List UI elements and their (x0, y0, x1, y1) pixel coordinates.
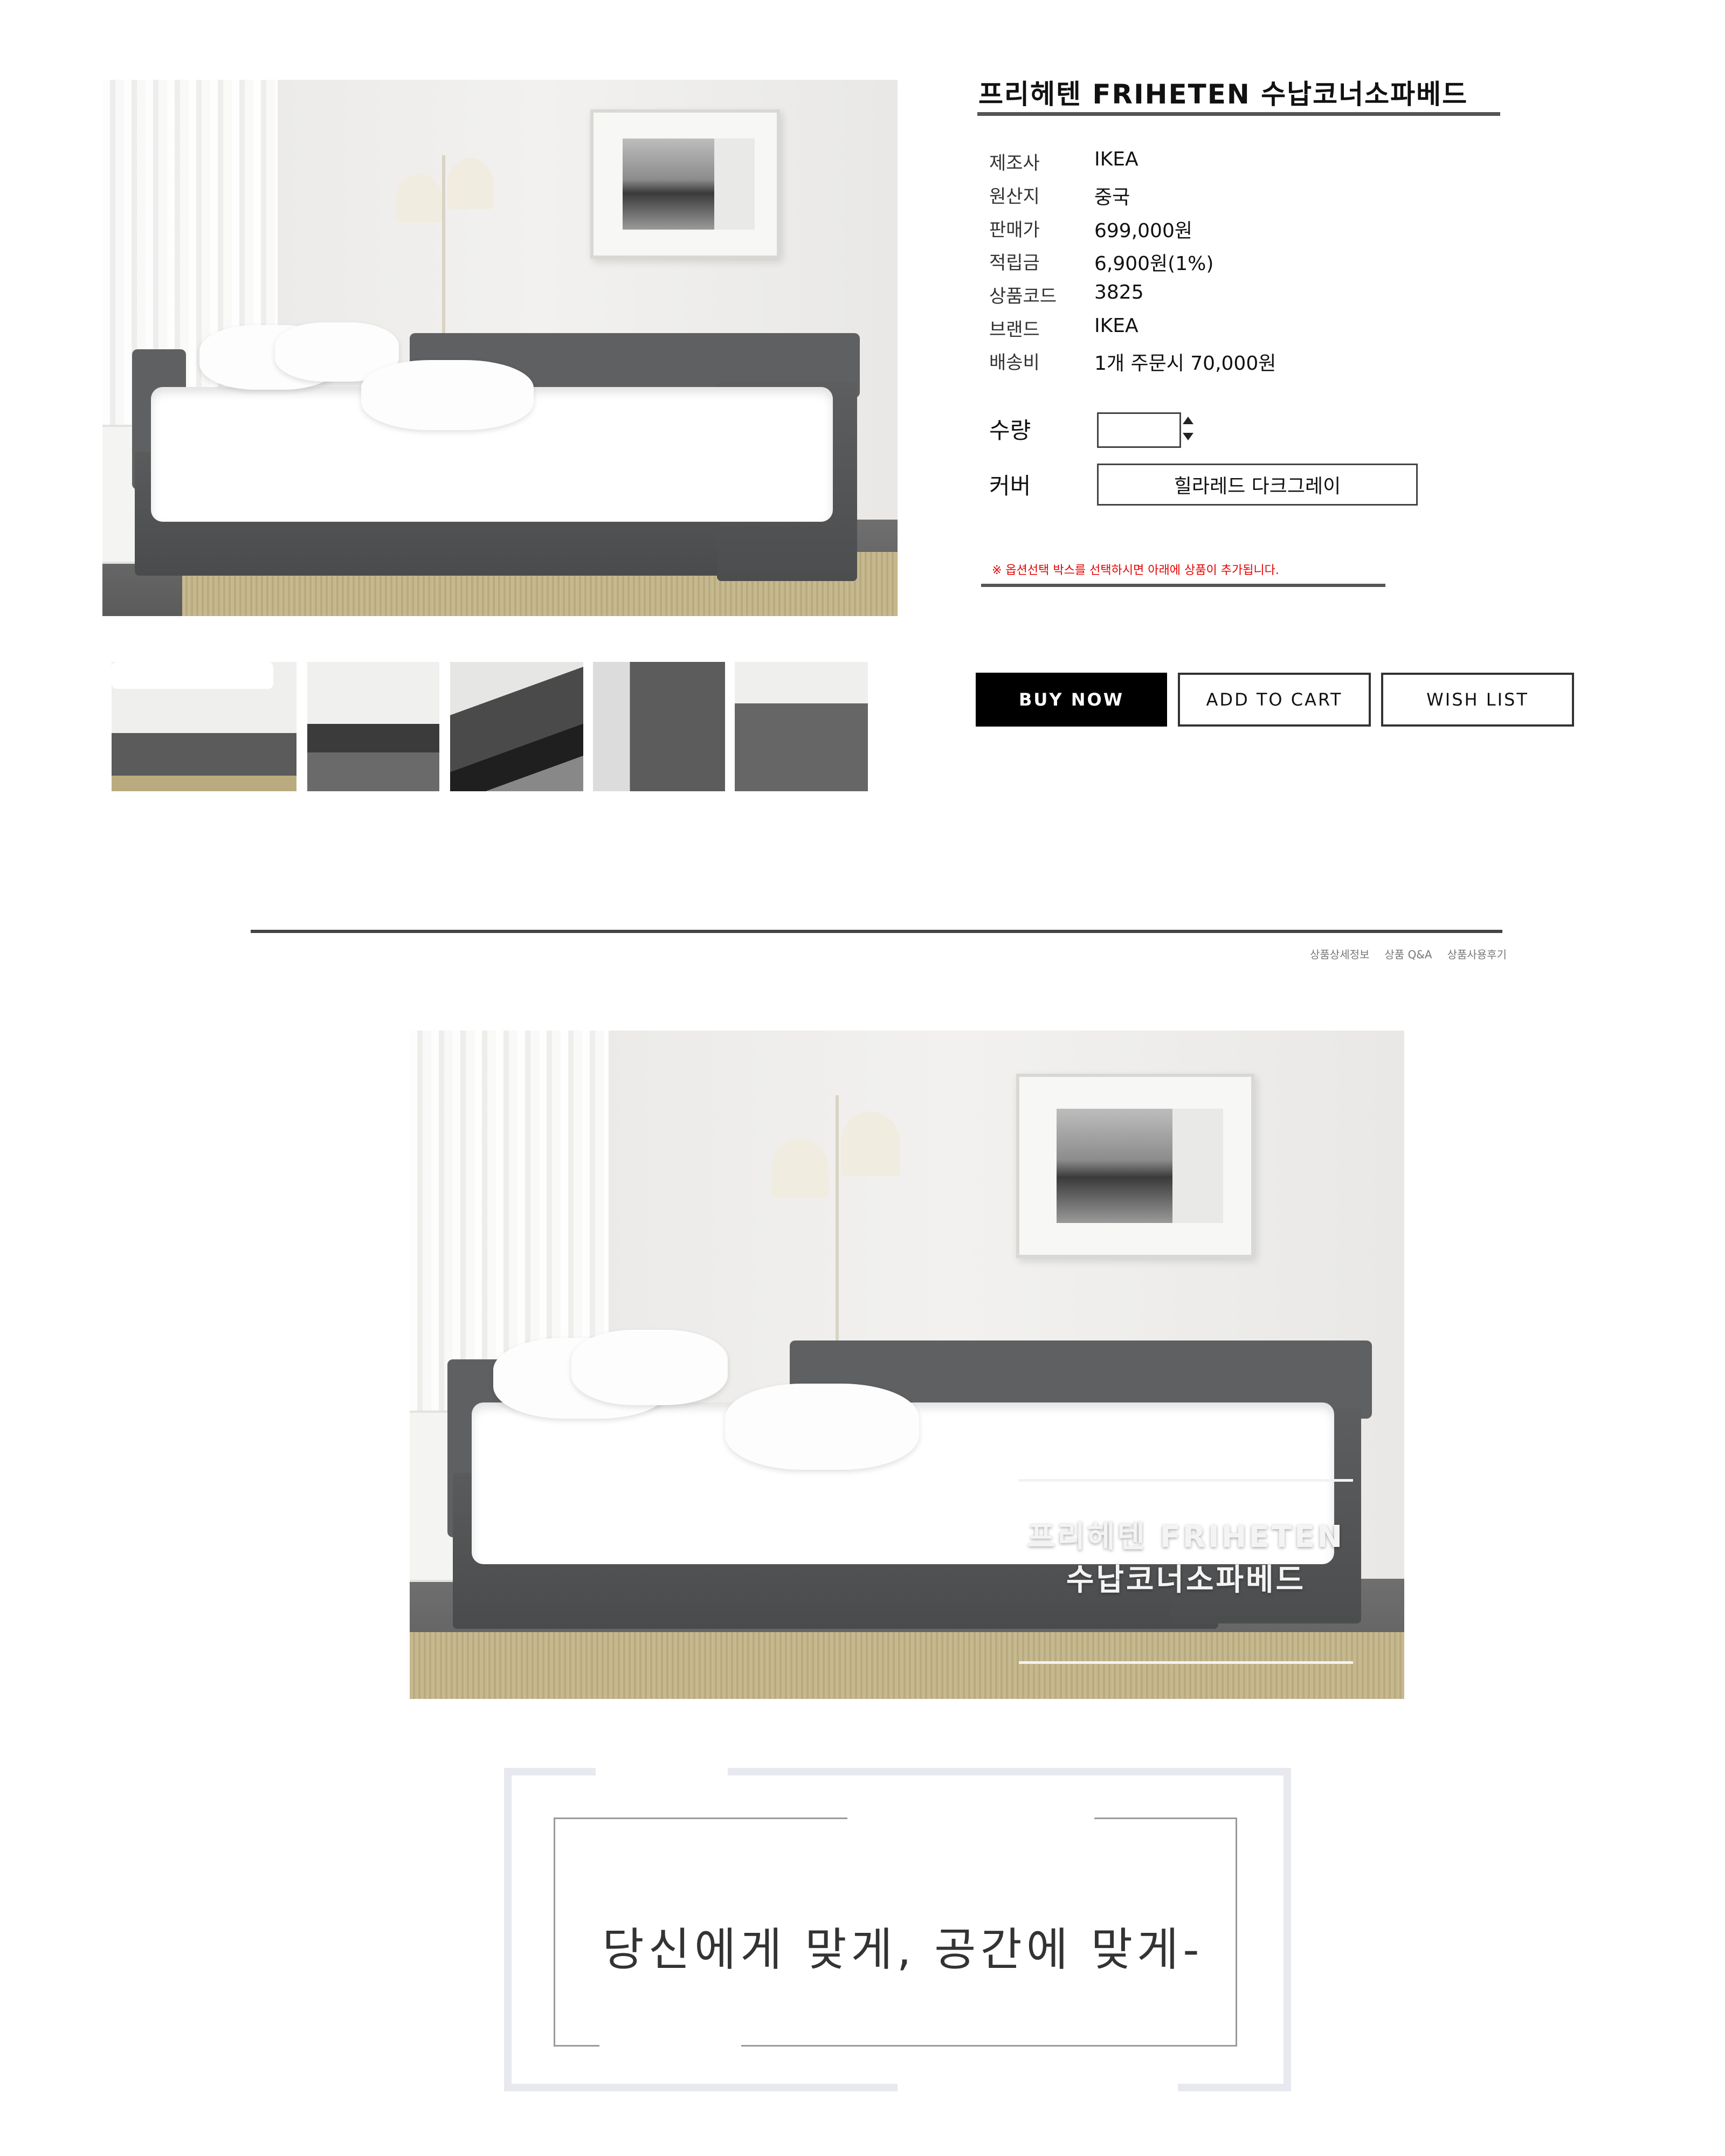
wish-list-button[interactable]: WISH LIST (1381, 673, 1574, 727)
caption-line-2: 수납코너소파베드 (1066, 1563, 1306, 1598)
cover-select[interactable]: 힐라레드 다크그레이 (1097, 464, 1418, 506)
spec-label-points: 적립금 (989, 252, 1040, 274)
options-underline (981, 584, 1385, 587)
spec-value-origin: 중국 (1094, 186, 1130, 209)
thumbnail-3[interactable] (450, 662, 583, 791)
caption-top-line (1019, 1479, 1353, 1482)
tab-product-qna[interactable]: 상품 Q&A (1384, 946, 1432, 962)
product-title: 프리헤텐 FRIHETEN 수납코너소파베드 (978, 79, 1468, 110)
detail-tabs: 상품상세정보 상품 Q&A 상품사용후기 (1310, 946, 1507, 962)
tagline-inner-top-right (1094, 1818, 1237, 1819)
spec-label-price: 판매가 (989, 219, 1040, 241)
quantity-input[interactable] (1097, 412, 1181, 448)
quantity-label: 수량 (989, 417, 1031, 444)
title-underline (977, 112, 1500, 116)
spec-value-manufacturer: IKEA (1094, 148, 1138, 170)
spec-label-origin: 원산지 (989, 186, 1040, 208)
option-notice: ※ 옵션선택 박스를 선택하시면 아래에 상품이 추가됩니다. (992, 564, 1279, 577)
tagline-frame-left (504, 1768, 512, 2091)
tagline-inner-top-left (554, 1818, 847, 1819)
tagline-frame-bottom-right (1178, 2084, 1291, 2091)
spec-label-manufacturer: 제조사 (989, 153, 1040, 174)
tab-product-detail[interactable]: 상품상세정보 (1310, 946, 1369, 962)
tagline-text: 당신에게 맞게, 공간에 맞게- (602, 1923, 1204, 1976)
tagline-frame-top-left (504, 1768, 596, 1775)
thumbnail-1[interactable] (112, 662, 296, 791)
caption-line-1: 프리헤텐 FRIHETEN (1027, 1519, 1345, 1554)
tagline-inner-left (554, 1818, 555, 2047)
caption-bottom-line (1019, 1661, 1353, 1664)
spec-value-brand: IKEA (1094, 315, 1138, 337)
stepper-up-icon[interactable] (1183, 417, 1193, 424)
tab-product-reviews[interactable]: 상품사용후기 (1447, 946, 1507, 962)
spec-value-shipping: 1개 주문시 70,000원 (1094, 353, 1276, 375)
buy-now-button[interactable]: BUY NOW (976, 673, 1167, 727)
spec-label-product-code: 상품코드 (989, 286, 1057, 307)
spec-label-shipping: 배송비 (989, 352, 1040, 374)
tagline-inner-bottom-left (554, 2045, 599, 2047)
spec-label-brand: 브랜드 (989, 319, 1040, 341)
spec-value-price: 699,000원 (1094, 220, 1192, 242)
tagline-frame-right (1284, 1768, 1291, 2091)
tagline-inner-bottom-right (741, 2045, 1237, 2047)
spec-value-points: 6,900원(1%) (1094, 253, 1214, 275)
add-to-cart-button[interactable]: ADD TO CART (1178, 673, 1371, 727)
thumbnail-4[interactable] (593, 662, 725, 791)
spec-value-product-code: 3825 (1094, 281, 1144, 303)
cover-label: 커버 (989, 473, 1031, 499)
tagline-frame-top-right (728, 1768, 1291, 1775)
thumbnail-2[interactable] (307, 662, 439, 791)
detail-banner-image: 프리헤텐 FRIHETEN 수납코너소파베드 (410, 1031, 1404, 1699)
thumbnail-5[interactable] (735, 662, 868, 791)
stepper-down-icon[interactable] (1183, 433, 1193, 440)
tagline-frame-bottom-left (504, 2084, 898, 2091)
detail-divider (251, 930, 1502, 933)
main-product-image (102, 80, 898, 616)
quantity-stepper[interactable] (1183, 412, 1196, 445)
